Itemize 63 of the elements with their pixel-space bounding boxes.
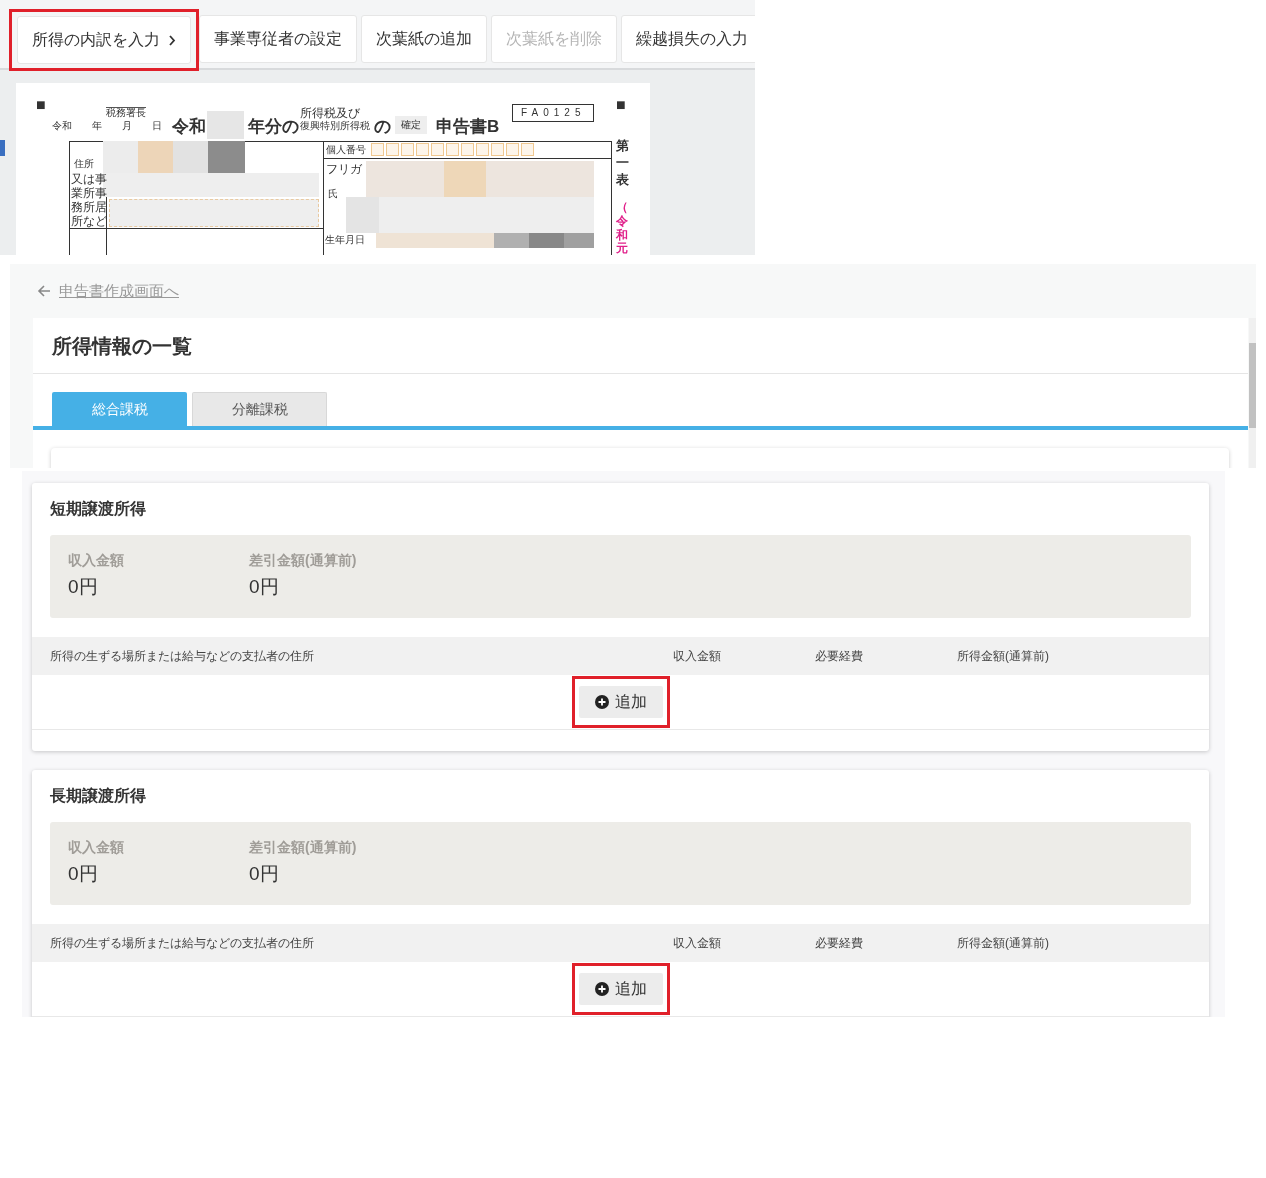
summary-value: 0円 (68, 862, 99, 886)
plus-circle-icon (594, 982, 609, 996)
summary-label: 収入金額 (68, 838, 125, 856)
summary-label: 収入金額 (68, 551, 125, 569)
summary-value: 0円 (68, 575, 99, 599)
column-header: 所得金額(通算前) (957, 935, 1050, 952)
form-title: 申告書B (436, 118, 500, 135)
side-label: 第一表 (616, 138, 630, 189)
form-field-label: フリガ (326, 162, 362, 176)
digit-box (431, 143, 444, 156)
form-code: FA0125 (512, 104, 595, 122)
redaction-block (207, 111, 244, 139)
digit-box (386, 143, 399, 156)
column-header: 収入金額 (673, 935, 722, 952)
form-tax-name: 復興特別所得税 (300, 121, 370, 131)
office-label: 税務署長 (106, 107, 146, 118)
return-type: 確定 (395, 116, 427, 134)
chevron-right-icon (168, 34, 176, 46)
summary-value: 0円 (249, 575, 280, 599)
side-note: （令和元 (616, 201, 629, 255)
digit-box (461, 143, 474, 156)
toolbar-button[interactable]: 繰越損失の入力 (621, 15, 755, 63)
toolbar-button[interactable]: 事業専従者の設定 (199, 15, 357, 63)
form-field-label: 生年月日 (325, 235, 365, 245)
column-header: 所得の生ずる場所または給与などの支払者の住所 (50, 935, 315, 952)
column-header: 必要経費 (815, 648, 864, 665)
summary-label: 差引金額(通算前) (249, 551, 358, 569)
column-header: 収入金額 (673, 648, 722, 665)
corner-mark: ■ (616, 97, 626, 113)
form-particle: の (374, 118, 391, 135)
plus-circle-icon (594, 695, 609, 709)
form-field-label: 住所 (74, 159, 94, 169)
digit-box (446, 143, 459, 156)
date-label: 令和 年 月 日 (52, 121, 162, 131)
tab[interactable]: 分離課税 (192, 392, 327, 426)
form-tax-name: 所得税及び (300, 106, 360, 120)
corner-mark: ■ (36, 97, 46, 113)
toolbar-button[interactable]: 所得の内訳を入力 (17, 16, 191, 64)
form-era: 令和 (172, 118, 206, 135)
digit-box (401, 143, 414, 156)
digit-box (506, 143, 519, 156)
column-header: 所得金額(通算前) (957, 648, 1050, 665)
summary-label: 差引金額(通算前) (249, 838, 358, 856)
add-button[interactable]: 追加 (578, 686, 663, 718)
add-button[interactable]: 追加 (578, 973, 663, 1005)
form-year-label: 年分の (248, 118, 299, 135)
section-title: 長期譲渡所得 (49, 786, 147, 806)
sidebar-edge (0, 140, 5, 156)
toolbar-button[interactable]: 次葉紙の追加 (361, 15, 487, 63)
form-field-label: 又は事業所事務所居所など (71, 172, 107, 228)
page-title: 所得情報の一覧 (33, 318, 1248, 374)
section-title: 短期譲渡所得 (49, 499, 147, 519)
column-header: 所得の生ずる場所または給与などの支払者の住所 (50, 648, 315, 665)
digit-box (476, 143, 489, 156)
digit-box (491, 143, 504, 156)
digit-box (416, 143, 429, 156)
back-arrow-icon[interactable] (37, 284, 51, 298)
form-field-label: 個人番号 (326, 145, 366, 155)
column-header: 必要経費 (815, 935, 864, 952)
summary-value: 0円 (249, 862, 280, 886)
digit-box (371, 143, 384, 156)
digit-box (521, 143, 534, 156)
form-field-label: 氏 (328, 189, 338, 199)
